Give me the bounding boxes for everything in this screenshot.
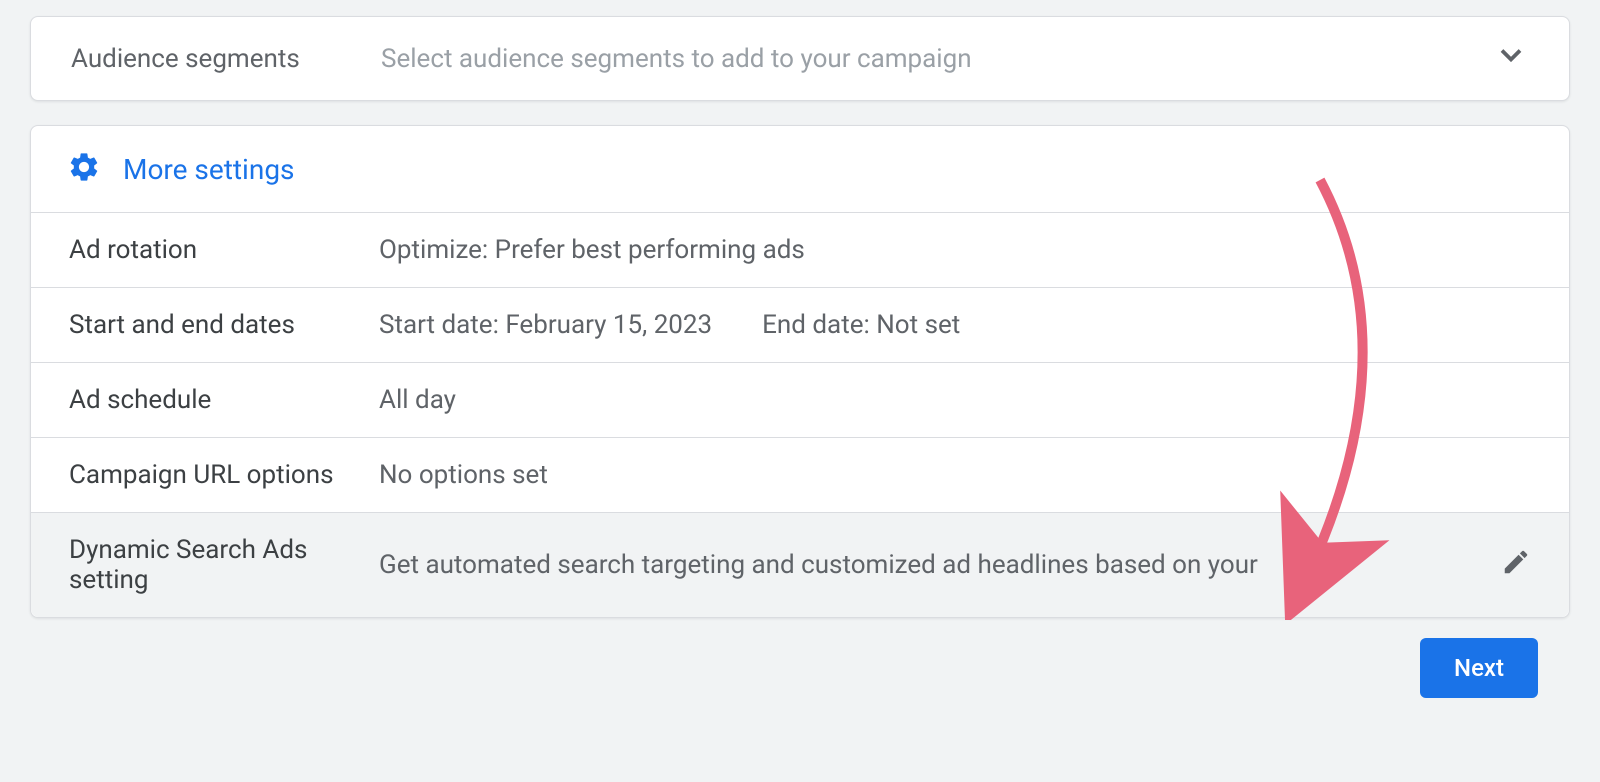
audience-segments-label: Audience segments [71, 44, 381, 74]
setting-value: Optimize: Prefer best performing ads [379, 235, 1531, 265]
chevron-down-icon [1493, 37, 1529, 80]
end-date-value: End date: Not set [762, 310, 960, 340]
footer-actions: Next [30, 618, 1570, 698]
setting-label: Start and end dates [69, 310, 379, 340]
next-button[interactable]: Next [1420, 638, 1538, 698]
more-settings-panel: More settings Ad rotation Optimize: Pref… [30, 125, 1570, 618]
setting-label: Dynamic Search Ads setting [69, 535, 379, 595]
audience-segments-placeholder: Select audience segments to add to your … [381, 44, 1493, 74]
audience-segments-card[interactable]: Audience segments Select audience segmen… [30, 16, 1570, 101]
setting-label: Ad rotation [69, 235, 379, 265]
setting-label: Campaign URL options [69, 460, 379, 490]
start-date-value: Start date: February 15, 2023 [379, 310, 712, 340]
setting-label: Ad schedule [69, 385, 379, 415]
setting-row-dates[interactable]: Start and end dates Start date: February… [31, 288, 1569, 363]
setting-value: No options set [379, 460, 1531, 490]
setting-row-dynamic-search-ads[interactable]: Dynamic Search Ads setting Get automated… [31, 513, 1569, 617]
setting-row-ad-schedule[interactable]: Ad schedule All day [31, 363, 1569, 438]
gear-icon [67, 150, 101, 188]
pencil-icon[interactable] [1501, 547, 1531, 584]
more-settings-toggle[interactable]: More settings [31, 126, 1569, 213]
setting-value: Start date: February 15, 2023 End date: … [379, 310, 1531, 340]
setting-row-campaign-url[interactable]: Campaign URL options No options set [31, 438, 1569, 513]
setting-value: Get automated search targeting and custo… [379, 550, 1489, 580]
more-settings-label: More settings [123, 153, 295, 186]
setting-value: All day [379, 385, 1531, 415]
setting-row-ad-rotation[interactable]: Ad rotation Optimize: Prefer best perfor… [31, 213, 1569, 288]
